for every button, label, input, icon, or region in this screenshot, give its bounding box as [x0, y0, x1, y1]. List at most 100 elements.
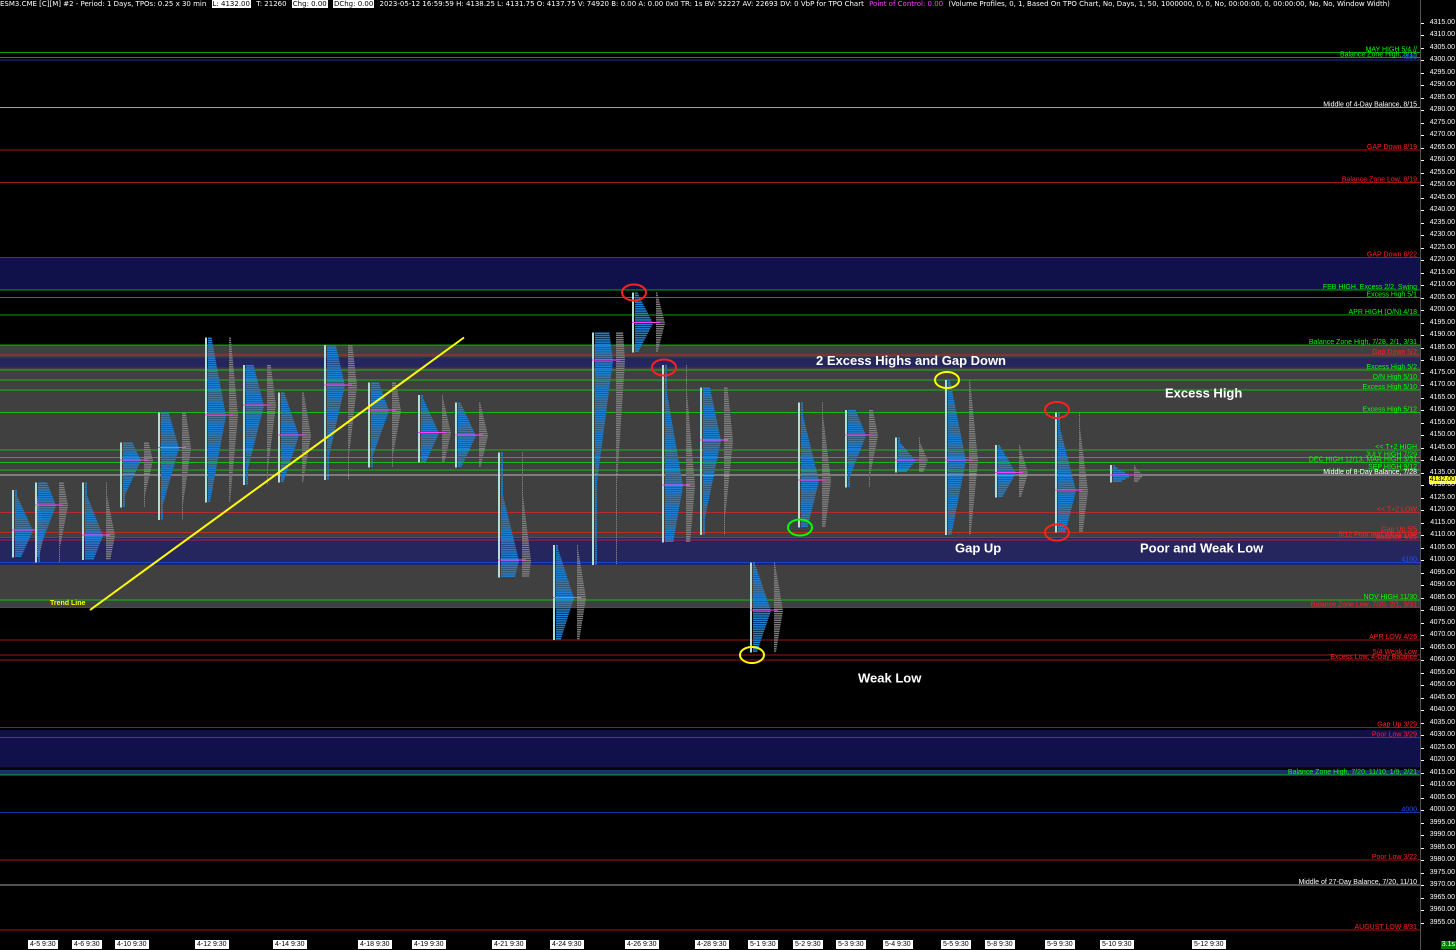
tpo-row: [246, 452, 252, 454]
price-tick: [1421, 672, 1424, 674]
volume-row: [822, 520, 826, 523]
tpo-row: [801, 466, 816, 468]
price-tick: [1421, 422, 1424, 424]
volume-row: [229, 432, 237, 434]
price-axis[interactable]: 4132.00 3.1s 4315.00 4310.00 4305.00 4300.0…: [1420, 0, 1456, 950]
volume-row: [442, 445, 449, 447]
tpo-row: [281, 458, 292, 460]
volume-row: [616, 464, 619, 466]
volume-row: [616, 551, 617, 554]
volume-row: [822, 503, 829, 505]
tpo-row: [665, 430, 674, 433]
volume-row: [616, 442, 620, 444]
volume-row: [229, 368, 234, 370]
tpo-row: [703, 409, 715, 412]
date-axis[interactable]: 4-5 9:30 4-6 9:30 4-10 9:30 4-12 9:30 4-14 9…: [0, 940, 1420, 950]
tpo-row: [123, 464, 140, 466]
volume-row: [869, 418, 875, 421]
volume-row: [182, 419, 187, 421]
tpo-row: [246, 421, 260, 424]
tpo-row: [15, 531, 33, 533]
price-tick-label: 4260.00: [1429, 156, 1455, 163]
volume-row: [724, 530, 725, 532]
tpo-row: [208, 366, 217, 368]
volume-row: [1079, 440, 1082, 443]
tpo-row: [38, 511, 54, 513]
tpo-row: [123, 481, 131, 484]
volume-row: [144, 446, 150, 449]
volume-row: [267, 380, 273, 382]
tpo-row: [421, 451, 431, 454]
volume-row: [302, 423, 309, 425]
volume-row: [348, 364, 355, 367]
tpo-row: [703, 523, 705, 526]
tpo-row: [595, 459, 600, 462]
volume-row: [774, 602, 782, 604]
tpo-row: [595, 547, 597, 550]
tpo-row: [595, 402, 608, 405]
tpo-row: [371, 465, 373, 467]
volume-row: [1019, 488, 1024, 491]
volume-row: [869, 416, 875, 419]
volume-row: [1079, 471, 1086, 473]
price-tick: [1421, 447, 1424, 449]
volume-row: [577, 564, 581, 567]
volume-row: [774, 630, 780, 632]
tpo-row: [635, 336, 646, 339]
tpo-row: [1058, 519, 1069, 522]
volume-row: [774, 628, 780, 630]
tpo-row: [703, 455, 718, 458]
tpo-row: [1058, 486, 1076, 489]
volume-row: [229, 370, 234, 372]
volume-row: [1079, 473, 1086, 475]
tpo-row: [848, 454, 859, 456]
tpo-row: [948, 402, 955, 404]
tpo-row: [703, 440, 721, 442]
tpo-row: [948, 433, 961, 435]
tpo-row: [15, 533, 32, 536]
price-tick: [1421, 560, 1424, 561]
volume-row: [969, 435, 976, 437]
volume-row: [969, 422, 975, 424]
tpo-chart[interactable]: MAY HIGH 5/4 //Balance Zone High, 8/1543…: [0, 0, 1420, 940]
volume-row: [724, 508, 726, 510]
tpo-row: [801, 509, 812, 512]
tpo-row: [595, 492, 597, 495]
date-tick-label: 5-4 9:30: [883, 940, 913, 949]
volume-row: [1079, 425, 1080, 427]
tpo-row: [85, 553, 96, 555]
tpo-row: [85, 493, 87, 496]
tpo-row: [161, 473, 172, 476]
volume-row: [392, 428, 398, 430]
tpo-row: [501, 509, 507, 512]
volume-row: [392, 436, 397, 439]
tpo-row: [898, 444, 903, 446]
tpo-row: [281, 436, 299, 439]
price-tick: [1421, 297, 1424, 299]
chart-annotation: Gap Up: [955, 541, 1001, 556]
volume-row: [969, 453, 978, 455]
price-tick-label: 4180.00: [1429, 356, 1455, 363]
tpo-row: [38, 553, 40, 556]
volume-row: [686, 509, 693, 512]
tpo-row: [595, 549, 597, 552]
volume-row: [392, 458, 393, 461]
tpo-row: [501, 542, 515, 545]
volume-row: [267, 450, 271, 452]
tpo-row: [15, 498, 19, 501]
volume-row: [577, 600, 586, 602]
volume-row: [1134, 478, 1141, 480]
tpo-row: [501, 555, 518, 558]
volume-row: [1019, 462, 1026, 464]
price-tick: [1421, 210, 1424, 211]
volume-row: [969, 415, 974, 417]
volume-row: [479, 450, 485, 452]
price-tick-label: 4130.00: [1429, 481, 1455, 488]
tpo-row: [848, 412, 858, 414]
volume-row: [106, 498, 108, 500]
volume-row: [267, 437, 272, 439]
volume-row: [229, 498, 231, 500]
volume-row: [348, 413, 354, 416]
level-label: Excess High 5/12: [1363, 407, 1418, 414]
volume-row: [479, 424, 486, 426]
